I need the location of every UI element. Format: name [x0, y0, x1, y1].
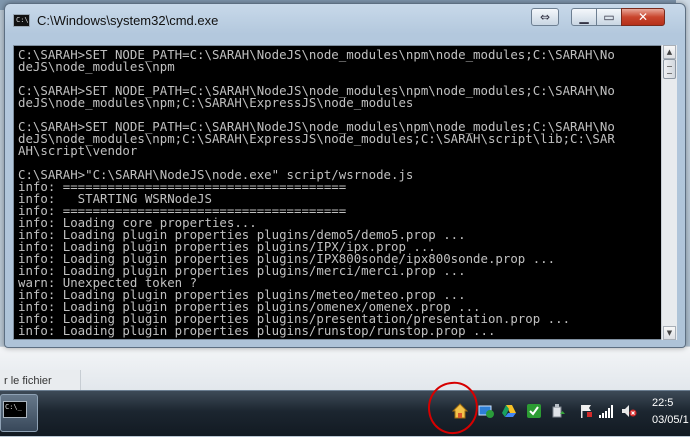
taskbar: 22:5 03/05/1: [0, 390, 690, 436]
network-monitor-icon[interactable]: [478, 403, 494, 419]
volume-muted-icon[interactable]: [621, 403, 637, 419]
scroll-down-arrow[interactable]: ▼: [663, 326, 676, 340]
scroll-thumb[interactable]: [663, 59, 676, 79]
taskbar-cmd-button[interactable]: [0, 394, 38, 432]
scroll-up-arrow[interactable]: ▲: [663, 45, 676, 59]
console-output[interactable]: C:\SARAH>SET NODE_PATH=C:\SARAH\NodeJS\n…: [13, 45, 663, 340]
clock-time: 22:5: [652, 397, 674, 409]
network-signal-icon[interactable]: [598, 403, 614, 419]
background-partial-label: r le fichier: [4, 375, 52, 387]
minimize-button[interactable]: ▁: [571, 8, 597, 26]
console-line: deJS\node_modules\npm;C:\SARAH\ExpressJS…: [18, 95, 414, 110]
google-drive-icon[interactable]: [501, 403, 517, 419]
console-line: deJS\node_modules\npm: [18, 59, 175, 74]
cmd-icon[interactable]: [13, 14, 30, 27]
close-button[interactable]: ✕: [621, 8, 665, 26]
console-text: C:\SARAH>SET NODE_PATH=C:\SARAH\NodeJS\n…: [14, 46, 662, 337]
system-clock[interactable]: 22:5 03/05/1: [652, 395, 689, 429]
console-line: info: Loading plugin properties plugins/…: [18, 323, 496, 338]
maximize-button[interactable]: ▭: [596, 8, 622, 26]
checkmark-icon[interactable]: [526, 403, 542, 419]
move-button[interactable]: ⇔: [531, 8, 559, 26]
cmd-window[interactable]: C:\Windows\system32\cmd.exe ⇔ ▁ ▭ ✕ C:\S…: [4, 3, 686, 348]
vertical-scrollbar[interactable]: ▲ ▼: [661, 45, 677, 340]
usb-eject-icon[interactable]: [550, 403, 566, 419]
title-bar[interactable]: C:\Windows\system32\cmd.exe ⇔ ▁ ▭ ✕: [5, 4, 685, 34]
cmd-taskbar-icon: [3, 401, 27, 418]
background-explorer-area: [0, 346, 690, 391]
console-line: AH\script\vendor: [18, 143, 138, 158]
window-title: C:\Windows\system32\cmd.exe: [37, 13, 219, 28]
action-center-flag-icon[interactable]: [578, 403, 594, 419]
clock-date: 03/05/1: [652, 414, 689, 426]
